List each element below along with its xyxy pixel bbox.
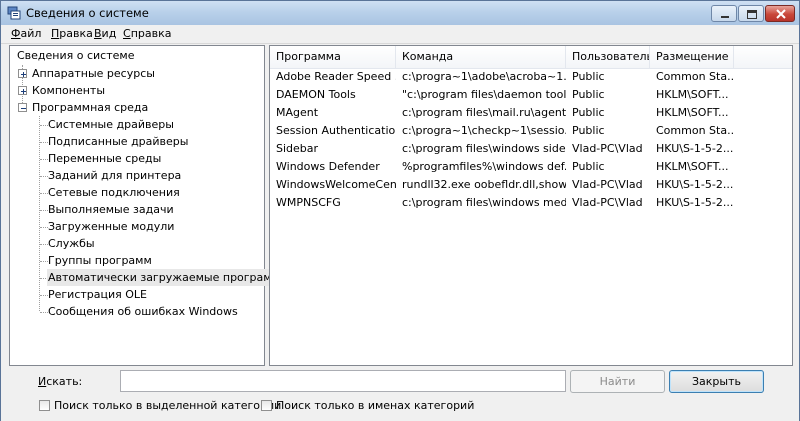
cell-command: c:\program files\windows side...: [402, 142, 566, 155]
tree-item-ole-registration[interactable]: Регистрация OLE: [48, 286, 147, 303]
cell-command: c:\program files\mail.ru\agent...: [402, 106, 566, 119]
checkbox-box[interactable]: [261, 400, 272, 411]
cell-location: HKU\S-1-5-2...: [656, 142, 734, 155]
cell-program: WindowsWelcomeCent...: [276, 178, 396, 191]
cell-location: Common Sta...: [656, 124, 734, 137]
table-row[interactable]: Session Authentication... c:\progra~1\ch…: [270, 122, 792, 140]
cell-user: Vlad-PC\Vlad: [572, 196, 643, 209]
tree-node-components[interactable]: Компоненты: [18, 82, 258, 99]
cell-user: Vlad-PC\Vlad: [572, 142, 643, 155]
tree-root-system-summary[interactable]: Сведения о системе: [17, 47, 134, 64]
checkbox-box[interactable]: [39, 400, 50, 411]
table-row[interactable]: MAgent c:\program files\mail.ru\agent...…: [270, 104, 792, 122]
cell-location: HKLM\SOFT...: [656, 160, 729, 173]
table-row[interactable]: WindowsWelcomeCent... rundll32.exe oobef…: [270, 176, 792, 194]
tree-node-label: Программная среда: [32, 101, 149, 114]
table-row[interactable]: Windows Defender %programfiles%\windows …: [270, 158, 792, 176]
cell-program: Sidebar: [276, 142, 319, 155]
cell-program: MAgent: [276, 106, 319, 119]
search-label: Искать:: [38, 375, 83, 388]
table-row[interactable]: Adobe Reader Speed ... c:\progra~1\adobe…: [270, 68, 792, 86]
system-info-app-icon: [7, 6, 21, 20]
cell-program: DAEMON Tools: [276, 88, 356, 101]
tree-item-system-drivers[interactable]: Системные драйверы: [48, 116, 174, 133]
tree-node-hardware-resources[interactable]: Аппаратные ресурсы: [18, 65, 258, 82]
cell-command: %programfiles%\windows def...: [402, 160, 566, 173]
tree-guide-line: [39, 116, 40, 311]
cell-program: Windows Defender: [276, 160, 380, 173]
menu-file[interactable]: Файл: [11, 27, 41, 40]
window-title: Сведения о системе: [26, 6, 149, 20]
cell-program: WMPNSCFG: [276, 196, 341, 209]
menu-bar: Файл Правка Вид Справка: [1, 25, 799, 44]
tree-item-print-jobs[interactable]: Заданий для принтера: [48, 167, 181, 184]
menu-help[interactable]: Справка: [123, 27, 171, 40]
table-row[interactable]: Sidebar c:\program files\windows side...…: [270, 140, 792, 158]
cell-command: c:\progra~1\checkp~1\sessio...: [402, 124, 566, 137]
menu-view[interactable]: Вид: [94, 27, 116, 40]
column-header-command[interactable]: Команда: [396, 46, 566, 68]
cell-user: Public: [572, 88, 605, 101]
maximize-icon: [747, 10, 757, 19]
table-header: Программа Команда Пользователь Размещени…: [270, 46, 792, 69]
tree-item-environment-variables[interactable]: Переменные среды: [48, 150, 161, 167]
cell-program: Session Authentication...: [276, 124, 396, 137]
cell-user: Vlad-PC\Vlad: [572, 178, 643, 191]
checkbox-label: Поиск только в именах категорий: [276, 399, 475, 412]
startup-programs-table[interactable]: Программа Команда Пользователь Размещени…: [269, 45, 793, 366]
menu-edit[interactable]: Правка: [51, 27, 93, 40]
cell-command: c:\program files\windows med...: [402, 196, 566, 209]
cell-location: Common Sta...: [656, 70, 734, 83]
cell-user: Public: [572, 160, 605, 173]
minimize-button[interactable]: [711, 5, 737, 22]
close-icon: [776, 9, 786, 19]
system-info-window: Сведения о системе Файл Правка Вид Справ…: [0, 0, 800, 421]
tree-item-services[interactable]: Службы: [48, 235, 95, 252]
column-header-program[interactable]: Программа: [270, 46, 396, 68]
cell-user: Public: [572, 106, 605, 119]
tree-item-running-tasks[interactable]: Выполняемые задачи: [48, 201, 174, 218]
tree-item-signed-drivers[interactable]: Подписанные драйверы: [48, 133, 188, 150]
title-bar[interactable]: Сведения о системе: [1, 1, 799, 25]
close-window-button[interactable]: [765, 5, 795, 22]
checkbox-label: Поиск только в выделенной категории: [54, 399, 282, 412]
tree-node-label: Компоненты: [32, 84, 106, 97]
column-header-user[interactable]: Пользователь: [566, 46, 650, 68]
cell-command: rundll32.exe oobefldr.dll,show...: [402, 178, 566, 191]
minimize-icon: [721, 16, 729, 18]
tree-item-network-connections[interactable]: Сетевые подключения: [48, 184, 180, 201]
tree-node-software-environment[interactable]: Программная среда: [18, 99, 258, 116]
cell-command: "c:\program files\daemon tool...: [402, 88, 566, 101]
column-header-location[interactable]: Размещение: [650, 46, 734, 68]
cell-program: Adobe Reader Speed ...: [276, 70, 396, 83]
tree-item-startup-programs[interactable]: Автоматически загружаемые программы: [47, 269, 291, 286]
table-row[interactable]: DAEMON Tools "c:\program files\daemon to…: [270, 86, 792, 104]
tree-item-program-groups[interactable]: Группы программ: [48, 252, 152, 269]
cell-user: Public: [572, 70, 605, 83]
search-input[interactable]: [120, 370, 566, 392]
category-tree[interactable]: Сведения о системе Аппаратные ресурсы Ко…: [9, 45, 291, 366]
search-bar: Искать: Найти Закрыть Поиск только в выд…: [1, 366, 799, 421]
collapse-minus-icon[interactable]: [18, 103, 27, 112]
tree-node-label: Аппаратные ресурсы: [32, 67, 155, 80]
cell-location: HKLM\SOFT...: [656, 88, 729, 101]
table-row[interactable]: WMPNSCFG c:\program files\windows med...…: [270, 194, 792, 212]
cell-location: HKU\S-1-5-2...: [656, 178, 734, 191]
cell-user: Public: [572, 124, 605, 137]
maximize-button[interactable]: [738, 5, 764, 22]
find-button[interactable]: Найти: [570, 370, 665, 393]
cell-location: HKU\S-1-5-2...: [656, 196, 734, 209]
cell-location: HKLM\SOFT...: [656, 106, 729, 119]
close-button[interactable]: Закрыть: [669, 370, 764, 393]
expand-plus-icon[interactable]: [18, 86, 27, 95]
expand-plus-icon[interactable]: [18, 69, 27, 78]
cell-command: c:\progra~1\adobe\acroba~1....: [402, 70, 566, 83]
tree-item-loaded-modules[interactable]: Загруженные модули: [48, 218, 174, 235]
tree-item-windows-error-reporting[interactable]: Сообщения об ошибках Windows: [48, 303, 238, 320]
